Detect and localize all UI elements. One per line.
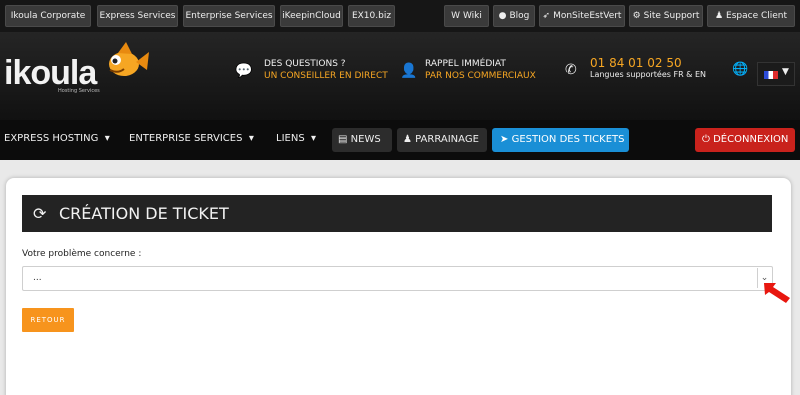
users-icon: ♟	[403, 134, 412, 145]
site-support-label: Site Support	[643, 11, 700, 21]
monsiteestvert-label: MonSiteEstVert	[553, 11, 622, 21]
top-link-enterprise-services[interactable]: Enterprise Services	[183, 5, 275, 27]
newspaper-icon: ▤	[338, 134, 348, 145]
red-pointer-arrow-icon	[764, 283, 790, 303]
top-link-express-services[interactable]: Express Services	[97, 5, 178, 27]
wiki-icon: W	[451, 11, 460, 21]
caret-down-icon: ▾	[307, 133, 317, 144]
page-title: CRÉATION DE TICKET	[59, 204, 229, 223]
wiki-label: Wiki	[462, 11, 482, 21]
top-bar: Ikoula Corporate Express Services Enterp…	[0, 0, 800, 32]
nav-parrainage-button[interactable]: ♟ PARRAINAGE	[397, 128, 487, 152]
top-link-wiki[interactable]: W Wiki	[444, 5, 489, 27]
blog-label: Blog	[509, 11, 530, 21]
nav-enterprise-services-label: ENTERPRISE SERVICES	[129, 133, 243, 144]
nav-gestion-tickets-label: GESTION DES TICKETS	[511, 134, 625, 145]
chat-bubble-icon: ●	[498, 11, 507, 21]
chat-icon: 💬	[235, 63, 253, 79]
back-button[interactable]: RETOUR	[22, 308, 74, 332]
phone-icon: ✆	[565, 62, 577, 78]
nav-express-hosting-label: EXPRESS HOSTING	[4, 133, 99, 144]
chevron-down-icon: ▼	[782, 67, 789, 77]
ticket-title-bar: ⟳ CRÉATION DE TICKET	[22, 195, 772, 232]
top-link-monsiteestvert[interactable]: ➶ MonSiteEstVert	[539, 5, 625, 27]
nav-news-button[interactable]: ▤ NEWS	[332, 128, 392, 152]
refresh-icon: ⟳	[33, 204, 47, 223]
problem-field-label: Votre problème concerne :	[22, 249, 142, 259]
nav-enterprise-services[interactable]: ENTERPRISE SERVICES ▾	[129, 133, 254, 144]
support-icon: ⚙	[632, 11, 641, 21]
nav-liens-label: LIENS	[276, 133, 305, 144]
nav-liens[interactable]: LIENS ▾	[276, 133, 316, 144]
power-icon: ⏻	[702, 134, 710, 145]
callback-user-icon: 👤	[400, 63, 418, 79]
phone-number: 01 84 01 02 50	[590, 56, 682, 70]
top-link-ikeepincloud[interactable]: iKeepinCloud	[280, 5, 343, 27]
espace-client-label: Espace Client	[726, 11, 788, 21]
questions-title[interactable]: DES QUESTIONS ?	[264, 59, 346, 69]
problem-select[interactable]: ...	[22, 266, 773, 291]
callback-subtitle[interactable]: PAR NOS COMMERCIAUX	[425, 71, 536, 81]
top-link-ex10[interactable]: EX10.biz	[348, 5, 395, 27]
callback-title[interactable]: RAPPEL IMMÉDIAT	[425, 59, 506, 69]
main-nav: EXPRESS HOSTING ▾ ENTERPRISE SERVICES ▾ …	[0, 120, 800, 160]
ticket-icon: ➤	[500, 134, 509, 145]
nav-parrainage-label: PARRAINAGE	[415, 134, 479, 145]
globe-icon[interactable]: 🌐	[732, 62, 748, 77]
french-flag-icon	[764, 71, 778, 79]
nav-news-label: NEWS	[350, 134, 381, 145]
site-header: ikoula Hosting Services 💬 DES QUESTIONS …	[0, 32, 800, 120]
top-link-espace-client[interactable]: ♟ Espace Client	[707, 5, 795, 27]
questions-subtitle[interactable]: UN CONSEILLER EN DIRECT	[264, 71, 388, 81]
top-link-blog[interactable]: ● Blog	[493, 5, 535, 27]
user-icon: ♟	[714, 11, 724, 21]
nav-express-hosting[interactable]: EXPRESS HOSTING ▾	[4, 133, 110, 144]
logout-label: DÉCONNEXION	[713, 134, 789, 145]
rocket-icon: ➶	[542, 11, 551, 21]
caret-down-icon: ▾	[245, 133, 254, 144]
logout-button[interactable]: ⏻ DÉCONNEXION	[695, 128, 795, 152]
top-link-site-support[interactable]: ⚙ Site Support	[629, 5, 703, 27]
top-link-ikoula-corporate[interactable]: Ikoula Corporate	[5, 5, 91, 27]
phone-languages: Langues supportées FR & EN	[590, 70, 707, 79]
logo-subtitle: Hosting Services	[58, 88, 100, 94]
nav-gestion-tickets-button[interactable]: ➤ GESTION DES TICKETS	[492, 128, 629, 152]
caret-down-icon: ▾	[101, 133, 110, 144]
fish-mascot-icon	[109, 42, 149, 76]
language-selector[interactable]: ▼	[757, 62, 795, 86]
